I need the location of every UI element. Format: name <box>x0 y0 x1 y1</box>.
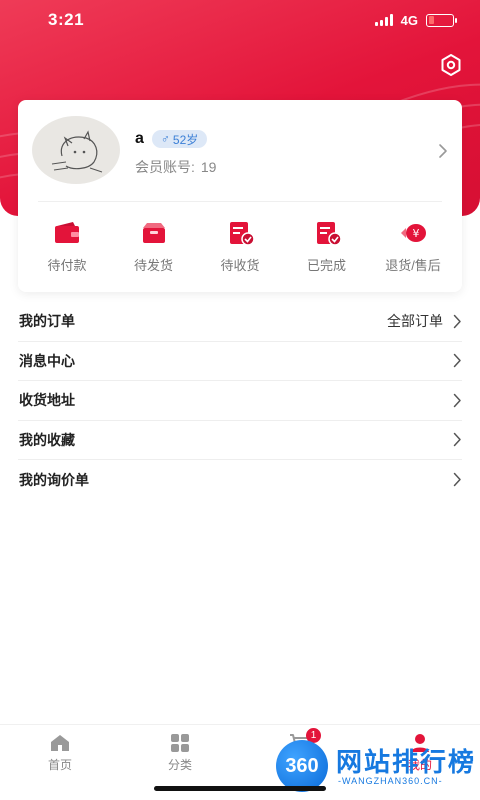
male-icon: ♂ <box>160 132 170 146</box>
chevron-right-icon <box>439 144 447 158</box>
package-icon <box>142 223 165 243</box>
gender-age-badge: ♂ 52岁 <box>151 130 208 148</box>
menu-right <box>453 472 462 487</box>
member-account: 会员账号: 19 <box>135 157 216 177</box>
profile-row[interactable]: a ♂ 52岁 会员账号: 19 <box>18 100 462 200</box>
avatar[interactable] <box>32 116 120 184</box>
avatar-illustration <box>51 130 103 173</box>
home-icon <box>51 735 69 751</box>
menu-label: 收货地址 <box>19 392 75 409</box>
completed-doc-icon <box>316 222 342 246</box>
order-item-label: 已完成 <box>306 258 346 273</box>
member-id: 19 <box>200 159 217 175</box>
watermark-logo: 360 <box>276 740 328 792</box>
menu-right <box>453 432 462 447</box>
order-refund-aftersale[interactable]: ¥ 退货/售后 <box>370 220 456 274</box>
network-type: 4G <box>400 12 418 28</box>
watermark-subtitle: -WANGZHAN360.CN- <box>338 776 443 786</box>
menu-inquiry-list[interactable]: 我的询价单 <box>18 460 462 500</box>
order-pending-payment[interactable]: 待付款 <box>24 220 110 274</box>
menu-my-orders[interactable]: 我的订单 全部订单 <box>18 302 462 342</box>
chevron-right-icon <box>453 393 461 407</box>
name-line: a ♂ 52岁 <box>135 130 208 148</box>
order-item-label: 待收货 <box>220 258 260 273</box>
menu-right: 全部订单 <box>387 311 462 331</box>
home-indicator <box>154 786 326 791</box>
status-time: 3:21 <box>48 10 85 29</box>
username: a <box>135 130 144 147</box>
menu-list: 我的订单 全部订单 消息中心 收货地址 我的收藏 我的询价单 <box>0 302 480 500</box>
chevron-right-icon <box>453 354 461 368</box>
menu-label: 消息中心 <box>19 352 75 369</box>
menu-right <box>453 393 462 408</box>
status-bar: 3:21 4G <box>0 0 480 40</box>
battery-icon <box>426 13 457 27</box>
order-pending-receipt[interactable]: 待收货 <box>197 220 283 274</box>
grid-icon <box>171 734 189 752</box>
menu-favorites[interactable]: 我的收藏 <box>18 421 462 460</box>
profile-card: a ♂ 52岁 会员账号: 19 待付款 待发货 待收货 已完成 ¥ 退货/售后 <box>18 100 462 292</box>
order-completed[interactable]: 已完成 <box>284 220 370 274</box>
refund-icon: ¥ <box>401 224 426 242</box>
settings-icon[interactable] <box>438 52 464 78</box>
chevron-right-icon <box>453 433 461 447</box>
tab-home[interactable]: 首页 <box>0 725 120 800</box>
menu-shipping-address[interactable]: 收货地址 <box>18 381 462 421</box>
tab-label: 分类 <box>167 758 192 772</box>
tab-label: 首页 <box>47 758 72 772</box>
wallet-icon <box>55 222 79 243</box>
receive-doc-icon <box>230 222 255 246</box>
menu-label: 我的询价单 <box>19 471 89 488</box>
menu-right <box>453 353 462 368</box>
menu-message-center[interactable]: 消息中心 <box>18 342 462 381</box>
menu-label: 我的订单 <box>19 313 75 330</box>
order-item-label: 待付款 <box>47 258 87 273</box>
order-status-bar: 待付款 待发货 待收货 已完成 ¥ 退货/售后 <box>18 220 462 274</box>
age-text: 52岁 <box>172 132 199 147</box>
all-orders-link[interactable]: 全部订单 <box>387 311 443 331</box>
signal-icon <box>374 14 393 26</box>
watermark-title: 网站排行榜 <box>336 747 477 777</box>
order-item-label: 待发货 <box>133 258 173 273</box>
svg-text:¥: ¥ <box>413 227 420 240</box>
member-label: 会员账号: <box>135 159 195 175</box>
order-item-label: 退货/售后 <box>385 258 441 273</box>
menu-label: 我的收藏 <box>19 431 75 448</box>
card-divider <box>38 201 442 202</box>
chevron-right-icon <box>453 314 461 328</box>
order-pending-shipment[interactable]: 待发货 <box>111 220 197 274</box>
status-indicators: 4G <box>374 12 457 28</box>
chevron-right-icon <box>453 473 461 487</box>
